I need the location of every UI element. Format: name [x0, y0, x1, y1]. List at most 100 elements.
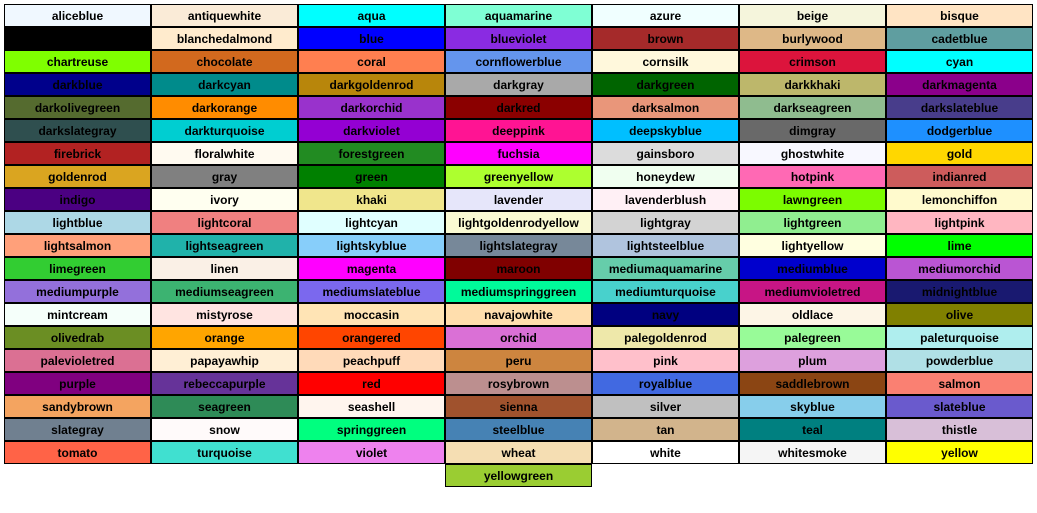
color-swatch-lightslategray: lightslategray: [445, 234, 592, 257]
color-swatch-aqua: aqua: [298, 4, 445, 27]
color-swatch-lightgray: lightgray: [592, 211, 739, 234]
color-swatch-label: floralwhite: [194, 147, 254, 161]
spacer: [298, 464, 445, 487]
color-swatch-label: red: [362, 377, 381, 391]
color-swatch-label: lightskyblue: [336, 239, 406, 253]
color-swatch-label: sienna: [499, 400, 537, 414]
color-swatch-label: goldenrod: [48, 170, 107, 184]
color-swatch-label: lightblue: [53, 216, 103, 230]
color-swatch-label: ivory: [210, 193, 239, 207]
color-swatch-label: fuchsia: [497, 147, 539, 161]
color-swatch-lightpink: lightpink: [886, 211, 1033, 234]
color-swatch-label: darkseagreen: [773, 101, 851, 115]
color-swatch-antiquewhite: antiquewhite: [151, 4, 298, 27]
color-swatch-label: darkslateblue: [921, 101, 998, 115]
color-swatch-label: lightgoldenrodyellow: [458, 216, 579, 230]
color-swatch-salmon: salmon: [886, 372, 1033, 395]
color-swatch-orchid: orchid: [445, 326, 592, 349]
color-swatch-label: darkblue: [52, 78, 102, 92]
color-swatch-deeppink: deeppink: [445, 119, 592, 142]
color-swatch-darkgreen: darkgreen: [592, 73, 739, 96]
color-swatch-royalblue: royalblue: [592, 372, 739, 395]
color-swatch-steelblue: steelblue: [445, 418, 592, 441]
color-swatch-label: black: [62, 32, 93, 46]
color-swatch-olive: olive: [886, 303, 1033, 326]
color-swatch-snow: snow: [151, 418, 298, 441]
color-swatch-label: mediumvioletred: [764, 285, 860, 299]
color-swatch-label: orangered: [342, 331, 401, 345]
color-swatch-skyblue: skyblue: [739, 395, 886, 418]
color-swatch-label: darkturquoise: [184, 124, 264, 138]
color-swatch-ghostwhite: ghostwhite: [739, 142, 886, 165]
color-swatch-label: mintcream: [47, 308, 108, 322]
color-swatch-label: navajowhite: [484, 308, 553, 322]
color-swatch-label: pink: [653, 354, 678, 368]
color-swatch-orangered: orangered: [298, 326, 445, 349]
color-swatch-palevioletred: palevioletred: [4, 349, 151, 372]
color-swatch-darkgoldenrod: darkgoldenrod: [298, 73, 445, 96]
color-swatch-label: seagreen: [198, 400, 251, 414]
color-swatch-label: whitesmoke: [778, 446, 847, 460]
color-swatch-blue: blue: [298, 27, 445, 50]
color-swatch-navajowhite: navajowhite: [445, 303, 592, 326]
color-swatch-label: slategray: [51, 423, 104, 437]
color-swatch-lightblue: lightblue: [4, 211, 151, 234]
color-swatch-fuchsia: fuchsia: [445, 142, 592, 165]
color-swatch-lightskyblue: lightskyblue: [298, 234, 445, 257]
color-swatch-label: darkkhaki: [784, 78, 840, 92]
color-swatch-peachpuff: peachpuff: [298, 349, 445, 372]
color-swatch-label: forestgreen: [338, 147, 404, 161]
color-swatch-turquoise: turquoise: [151, 441, 298, 464]
color-swatch-label: skyblue: [790, 400, 835, 414]
color-swatch-violet: violet: [298, 441, 445, 464]
color-swatch-label: mediumturquoise: [615, 285, 716, 299]
color-swatch-linen: linen: [151, 257, 298, 280]
color-swatch-darkslateblue: darkslateblue: [886, 96, 1033, 119]
color-swatch-palegreen: palegreen: [739, 326, 886, 349]
color-swatch-maroon: maroon: [445, 257, 592, 280]
color-swatch-label: deeppink: [492, 124, 545, 138]
color-swatch-label: turquoise: [197, 446, 252, 460]
color-swatch-label: lightpink: [935, 216, 985, 230]
color-swatch-darkseagreen: darkseagreen: [739, 96, 886, 119]
color-swatch-wheat: wheat: [445, 441, 592, 464]
color-swatch-forestgreen: forestgreen: [298, 142, 445, 165]
color-swatch-greenyellow: greenyellow: [445, 165, 592, 188]
color-swatch-indigo: indigo: [4, 188, 151, 211]
color-swatch-label: blueviolet: [490, 32, 546, 46]
color-swatch-label: lemonchiffon: [922, 193, 997, 207]
color-swatch-ivory: ivory: [151, 188, 298, 211]
color-swatch-label: violet: [356, 446, 387, 460]
color-swatch-blueviolet: blueviolet: [445, 27, 592, 50]
color-swatch-darkblue: darkblue: [4, 73, 151, 96]
color-swatch-slategray: slategray: [4, 418, 151, 441]
color-swatch-darksalmon: darksalmon: [592, 96, 739, 119]
color-swatch-seashell: seashell: [298, 395, 445, 418]
color-swatch-label: lightcoral: [197, 216, 251, 230]
color-swatch-label: peachpuff: [343, 354, 400, 368]
color-swatch-mediumspringgreen: mediumspringgreen: [445, 280, 592, 303]
color-swatch-whitesmoke: whitesmoke: [739, 441, 886, 464]
color-swatch-label: chocolate: [196, 55, 252, 69]
color-swatch-darkorchid: darkorchid: [298, 96, 445, 119]
color-swatch-label: steelblue: [492, 423, 544, 437]
color-swatch-label: springgreen: [337, 423, 406, 437]
color-swatch-label: snow: [209, 423, 240, 437]
color-swatch-purple: purple: [4, 372, 151, 395]
color-swatch-lime: lime: [886, 234, 1033, 257]
color-swatch-label: wheat: [501, 446, 535, 460]
color-swatch-label: olive: [946, 308, 973, 322]
color-swatch-label: yellow: [941, 446, 978, 460]
color-swatch-label: tomato: [58, 446, 98, 460]
color-swatch-floralwhite: floralwhite: [151, 142, 298, 165]
color-swatch-darkslategray: darkslategray: [4, 119, 151, 142]
color-swatch-sienna: sienna: [445, 395, 592, 418]
color-swatch-seagreen: seagreen: [151, 395, 298, 418]
color-swatch-tan: tan: [592, 418, 739, 441]
color-swatch-label: salmon: [938, 377, 980, 391]
color-swatch-blanchedalmond: blanchedalmond: [151, 27, 298, 50]
color-swatch-label: lightyellow: [781, 239, 843, 253]
color-swatch-label: gray: [212, 170, 237, 184]
color-swatch-label: limegreen: [49, 262, 106, 276]
color-swatch-lightgoldenrodyellow: lightgoldenrodyellow: [445, 211, 592, 234]
